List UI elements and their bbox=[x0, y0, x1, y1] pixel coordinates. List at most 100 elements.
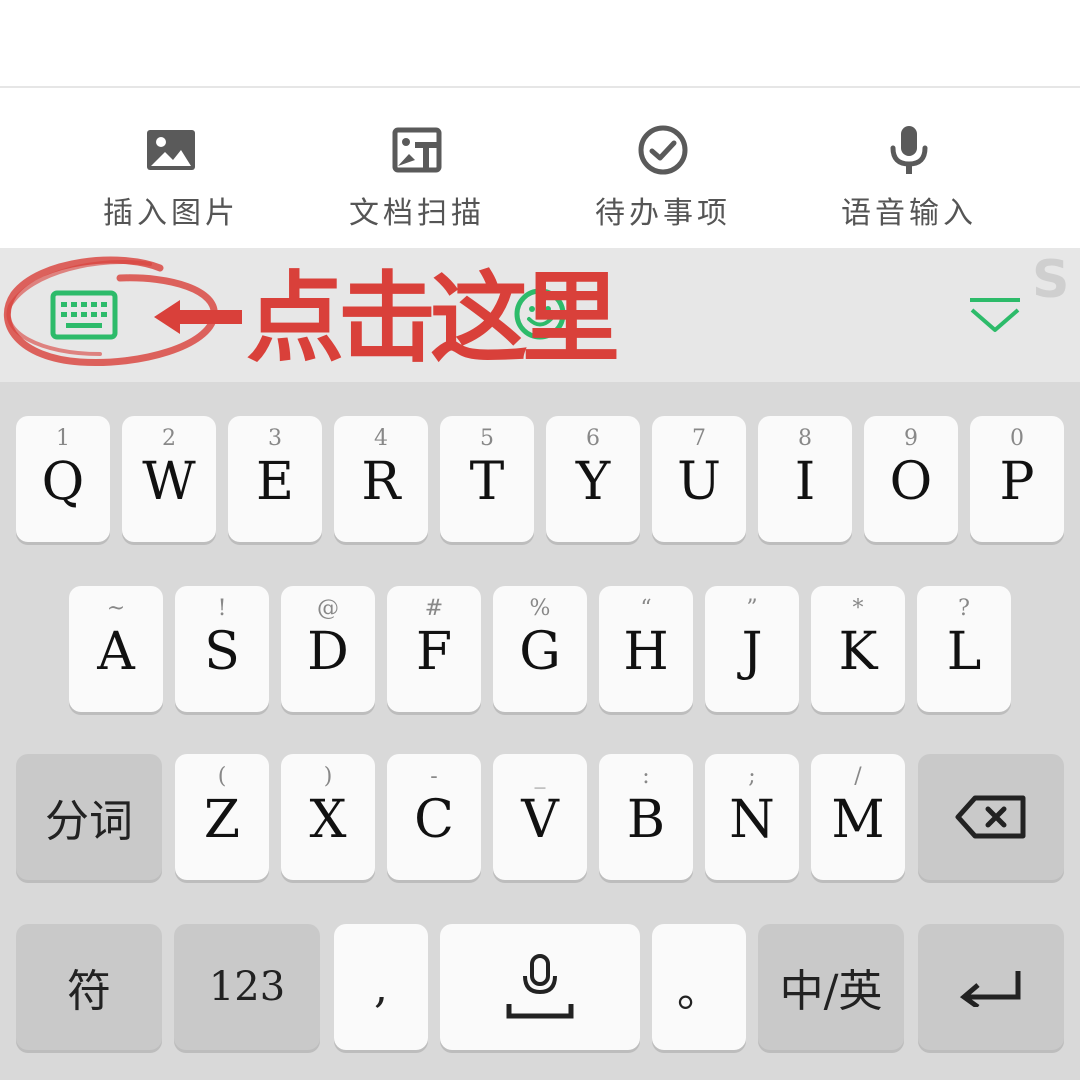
key-j[interactable]: ” J bbox=[705, 586, 799, 712]
document-scan-button[interactable]: 文档扫描 bbox=[317, 90, 517, 248]
keyboard-suggestion-bar: 点击这里 S bbox=[0, 248, 1080, 382]
language-switch-key[interactable]: 中/英 bbox=[758, 924, 904, 1050]
key-primary-label: U bbox=[677, 452, 721, 512]
key-primary-label: A bbox=[97, 622, 135, 682]
key-primary-label: I bbox=[794, 452, 816, 512]
key-l[interactable]: ? L bbox=[917, 586, 1011, 712]
key-t[interactable]: 5T bbox=[440, 416, 534, 542]
comma-key[interactable]: , bbox=[334, 924, 428, 1050]
key-primary-label: N bbox=[729, 790, 775, 850]
key-secondary-label: “ bbox=[640, 596, 652, 621]
key-primary-label: T bbox=[469, 452, 505, 512]
key-x[interactable]: ) X bbox=[281, 754, 375, 880]
key-secondary-label: 3 bbox=[268, 426, 282, 451]
insert-image-label: 插入图片 bbox=[103, 196, 239, 231]
key-primary-label: H bbox=[623, 622, 669, 682]
key-b[interactable]: :B bbox=[599, 754, 693, 880]
keyboard: 1Q2W3E4R5T6Y7U8I9O0P ~ A! S @ D # F% G “H” J * K? L … bbox=[0, 382, 1080, 1080]
numbers-key-label: 123 bbox=[208, 964, 286, 1010]
key-s[interactable]: ! S bbox=[175, 586, 269, 712]
key-m[interactable]: / M bbox=[811, 754, 905, 880]
key-v[interactable]: _ V bbox=[493, 754, 587, 880]
key-secondary-label: @ bbox=[317, 596, 339, 621]
key-primary-label: K bbox=[838, 622, 878, 682]
period-key[interactable]: 。 bbox=[652, 924, 746, 1050]
key-i[interactable]: 8I bbox=[758, 416, 852, 542]
key-d[interactable]: @ D bbox=[281, 586, 375, 712]
key-secondary-label: # bbox=[424, 596, 444, 621]
space-voice-key[interactable] bbox=[440, 924, 640, 1050]
key-w[interactable]: 2W bbox=[122, 416, 216, 542]
annotation-text: 点击这里 bbox=[246, 262, 620, 376]
key-p[interactable]: 0P bbox=[970, 416, 1064, 542]
key-c[interactable]: -C bbox=[387, 754, 481, 880]
key-e[interactable]: 3E bbox=[228, 416, 322, 542]
period-key-label: 。 bbox=[677, 966, 721, 1017]
key-h[interactable]: “H bbox=[599, 586, 693, 712]
key-q[interactable]: 1Q bbox=[16, 416, 110, 542]
numbers-key[interactable]: 123 bbox=[174, 924, 320, 1050]
annotation-arrow bbox=[154, 300, 242, 334]
key-f[interactable]: # F bbox=[387, 586, 481, 712]
key-secondary-label: : bbox=[642, 764, 650, 789]
editor-toolbar: 插入图片 文档扫描 待办事项 语音输入 bbox=[0, 90, 1080, 248]
key-o[interactable]: 9O bbox=[864, 416, 958, 542]
collapse-keyboard-icon[interactable] bbox=[966, 294, 1024, 334]
key-primary-label: Q bbox=[41, 452, 85, 512]
todo-button[interactable]: 待办事项 bbox=[563, 90, 763, 248]
voice-input-label: 语音输入 bbox=[841, 196, 977, 231]
key-primary-label: F bbox=[415, 622, 453, 682]
key-primary-label: L bbox=[946, 622, 982, 682]
key-u[interactable]: 7U bbox=[652, 416, 746, 542]
segment-key[interactable]: 分词 bbox=[16, 754, 162, 880]
keyboard-icon[interactable] bbox=[50, 290, 118, 340]
key-secondary-label: 1 bbox=[56, 426, 70, 451]
key-primary-label: W bbox=[142, 452, 196, 512]
microphone-icon bbox=[890, 126, 928, 174]
key-secondary-label: ) bbox=[323, 764, 333, 789]
key-secondary-label: - bbox=[430, 764, 438, 789]
key-secondary-label: 8 bbox=[798, 426, 812, 451]
key-secondary-label: ” bbox=[746, 596, 758, 621]
key-secondary-label: ~ bbox=[106, 596, 126, 621]
scan-icon bbox=[392, 127, 442, 173]
key-y[interactable]: 6Y bbox=[546, 416, 640, 542]
backspace-key[interactable] bbox=[918, 754, 1064, 880]
key-secondary-label: _ bbox=[534, 764, 546, 789]
key-primary-label: G bbox=[519, 622, 561, 682]
key-r[interactable]: 4R bbox=[334, 416, 428, 542]
enter-key[interactable] bbox=[918, 924, 1064, 1050]
key-secondary-label: % bbox=[529, 596, 551, 621]
key-primary-label: B bbox=[626, 790, 666, 850]
key-z[interactable]: (Z bbox=[175, 754, 269, 880]
key-secondary-label: / bbox=[854, 764, 862, 789]
insert-image-button[interactable]: 插入图片 bbox=[71, 90, 271, 248]
key-secondary-label: ! bbox=[217, 596, 227, 621]
key-secondary-label: ? bbox=[958, 596, 970, 621]
key-secondary-label: 7 bbox=[692, 426, 706, 451]
key-secondary-label: 4 bbox=[374, 426, 388, 451]
check-circle-icon bbox=[638, 125, 688, 175]
key-primary-label: J bbox=[741, 622, 763, 682]
key-secondary-label: 2 bbox=[162, 426, 176, 451]
text-area[interactable] bbox=[0, 0, 1080, 88]
key-k[interactable]: * K bbox=[811, 586, 905, 712]
key-primary-label: Y bbox=[575, 452, 611, 512]
key-n[interactable]: ; N bbox=[705, 754, 799, 880]
language-switch-label: 中/英 bbox=[779, 966, 883, 1017]
corner-watermark-letter: S bbox=[1032, 250, 1070, 310]
key-primary-label: M bbox=[831, 790, 885, 850]
key-primary-label: V bbox=[521, 790, 559, 850]
key-secondary-label: 9 bbox=[904, 426, 918, 451]
key-secondary-label: ; bbox=[748, 764, 756, 789]
key-primary-label: S bbox=[204, 622, 240, 682]
key-a[interactable]: ~ A bbox=[69, 586, 163, 712]
segment-key-label: 分词 bbox=[45, 796, 133, 847]
symbols-key[interactable]: 符 bbox=[16, 924, 162, 1050]
key-secondary-label: 6 bbox=[586, 426, 600, 451]
voice-input-button[interactable]: 语音输入 bbox=[809, 90, 1009, 248]
key-g[interactable]: % G bbox=[493, 586, 587, 712]
key-secondary-label: * bbox=[852, 596, 864, 621]
todo-label: 待办事项 bbox=[595, 196, 731, 231]
key-primary-label: X bbox=[309, 790, 347, 850]
